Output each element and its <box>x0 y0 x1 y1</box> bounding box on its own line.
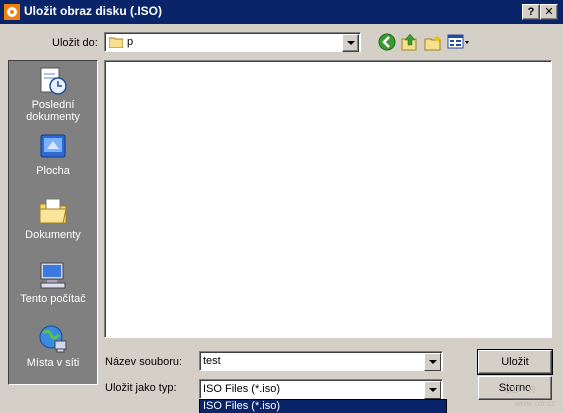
place-label: Dokumenty <box>25 229 81 241</box>
app-icon <box>4 4 20 20</box>
filename-label: Název souboru: <box>105 356 183 368</box>
place-recent-documents[interactable]: Poslední dokumenty <box>9 65 97 123</box>
new-folder-icon[interactable] <box>424 33 442 51</box>
recent-documents-icon <box>40 67 67 95</box>
save-in-label: Uložit do: <box>52 37 98 49</box>
location-value: p <box>127 36 134 48</box>
back-icon[interactable] <box>378 33 396 51</box>
filetype-option[interactable]: ISO Files (*.iso) <box>203 400 280 413</box>
help-icon: ? <box>527 6 535 18</box>
place-label: Místa v síti <box>26 357 80 369</box>
filetype-dropdown-button[interactable] <box>424 381 441 399</box>
network-places-icon <box>39 325 67 353</box>
place-label: dokumenty <box>26 111 80 123</box>
filename-input[interactable]: test <box>199 351 443 371</box>
places-bar: Poslední dokumenty Plocha Dokumenty Tent… <box>8 60 98 385</box>
my-documents-icon <box>39 198 67 224</box>
place-label: Plocha <box>36 165 70 177</box>
close-button[interactable]: ✕ <box>540 4 558 20</box>
desktop-icon <box>40 134 66 158</box>
place-label: Poslední <box>31 99 75 111</box>
location-dropdown-button[interactable] <box>342 34 359 52</box>
place-label: Tento počítač <box>20 293 86 305</box>
view-menu-icon[interactable] <box>447 33 471 51</box>
up-folder-icon[interactable] <box>401 33 419 51</box>
file-list[interactable] <box>104 60 552 338</box>
title-bar[interactable]: Uložit obraz disku (.ISO) ? ✕ <box>0 0 563 24</box>
place-my-documents[interactable]: Dokumenty <box>9 195 97 241</box>
watermark: CD - R <box>505 385 536 396</box>
filetype-dropdown-list[interactable]: ISO Files (*.iso) <box>199 399 447 413</box>
my-computer-icon <box>40 262 66 289</box>
filename-dropdown-button[interactable] <box>424 353 441 371</box>
location-combo[interactable]: p <box>104 32 361 52</box>
filetype-label: Uložit jako typ: <box>105 382 177 394</box>
help-button[interactable]: ? <box>522 4 540 20</box>
filetype-select[interactable]: ISO Files (*.iso) <box>199 379 443 399</box>
place-my-computer[interactable]: Tento počítač <box>9 259 97 305</box>
place-desktop[interactable]: Plocha <box>9 131 97 177</box>
folder-icon <box>109 37 123 48</box>
close-icon: ✕ <box>544 6 554 18</box>
save-button[interactable]: Uložit <box>477 349 553 375</box>
watermark-url: www.cdr.cz <box>515 399 556 408</box>
save-dialog: Uložit obraz disku (.ISO) ? ✕ Uložit do:… <box>0 0 563 413</box>
window-title: Uložit obraz disku (.ISO) <box>24 4 163 18</box>
place-network[interactable]: Místa v síti <box>9 323 97 369</box>
filetype-value: ISO Files (*.iso) <box>203 383 281 395</box>
filename-value: test <box>203 355 221 367</box>
